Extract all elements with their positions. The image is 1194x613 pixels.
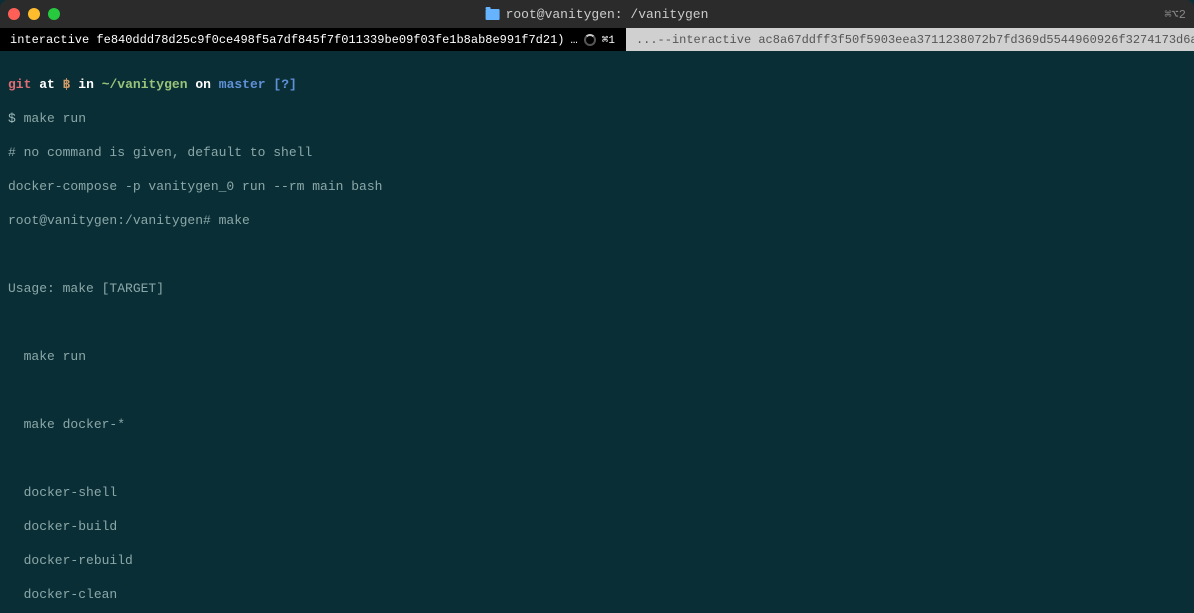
tab-1-shortcut: ⌘1: [602, 33, 615, 47]
tab-1-ellipsis: …: [571, 33, 578, 47]
folder-icon: [486, 9, 500, 20]
output-line: docker-compose -p vanitygen_0 run --rm m…: [8, 178, 1186, 195]
tab-1-label: interactive fe840ddd78d25c9f0ce498f5a7df…: [10, 33, 565, 47]
terminal-window: root@vanitygen: /vanitygen ⌘⌥2 interacti…: [0, 0, 1194, 613]
bitcoin-icon: ฿: [63, 77, 71, 92]
cmd-make-run: make run: [24, 111, 86, 126]
title-bar: root@vanitygen: /vanitygen ⌘⌥2: [0, 0, 1194, 28]
window-title: root@vanitygen: /vanitygen: [486, 7, 709, 22]
output-line: [8, 246, 1186, 263]
traffic-lights: [8, 8, 60, 20]
tab-2-label: ...--interactive ac8a67ddff3f50f5903eea3…: [636, 33, 1194, 47]
output-line: docker-build: [8, 518, 1186, 535]
maximize-button[interactable]: [48, 8, 60, 20]
tab-bar: interactive fe840ddd78d25c9f0ce498f5a7df…: [0, 28, 1194, 51]
output-line: make run: [8, 348, 1186, 365]
output-line: [8, 450, 1186, 467]
tab-2[interactable]: ...--interactive ac8a67ddff3f50f5903eea3…: [626, 28, 1194, 51]
prompt-on: on: [195, 77, 211, 92]
close-button[interactable]: [8, 8, 20, 20]
prompt-status: [?]: [273, 77, 296, 92]
spinner-icon: [584, 34, 596, 46]
shell-prompt: $: [8, 111, 24, 126]
prompt-in: in: [78, 77, 94, 92]
prompt-git: git: [8, 77, 31, 92]
terminal-content[interactable]: git at ฿ in ~/vanitygen on master [?] $ …: [0, 51, 1194, 613]
window-title-text: root@vanitygen: /vanitygen: [506, 7, 709, 22]
output-line: # no command is given, default to shell: [8, 144, 1186, 161]
tab-1[interactable]: interactive fe840ddd78d25c9f0ce498f5a7df…: [0, 28, 626, 51]
output-line: [8, 314, 1186, 331]
prompt-at: at: [39, 77, 55, 92]
window-shortcut: ⌘⌥2: [1164, 7, 1186, 22]
output-line: docker-clean: [8, 586, 1186, 603]
output-line: docker-rebuild: [8, 552, 1186, 569]
minimize-button[interactable]: [28, 8, 40, 20]
output-line: [8, 382, 1186, 399]
output-line: Usage: make [TARGET]: [8, 280, 1186, 297]
output-line: docker-shell: [8, 484, 1186, 501]
prompt-branch: master: [219, 77, 266, 92]
prompt-path: ~/vanitygen: [102, 77, 188, 92]
output-line: make docker-*: [8, 416, 1186, 433]
output-line: root@vanitygen:/vanitygen# make: [8, 212, 1186, 229]
